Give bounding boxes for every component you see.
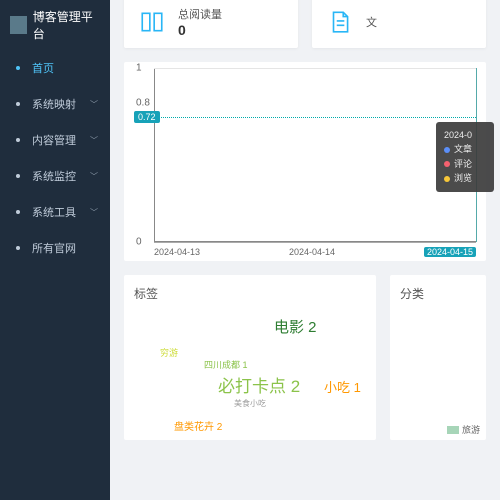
ytick: 1 bbox=[136, 63, 142, 74]
chart-hover-dashed bbox=[154, 117, 476, 118]
stat-card-reads: 总阅读量 0 bbox=[124, 0, 298, 48]
chevron-down-icon: ﹀ bbox=[90, 99, 98, 110]
chevron-down-icon: ﹀ bbox=[90, 207, 98, 218]
tag-item[interactable]: 盘类花卉 2 bbox=[174, 418, 222, 433]
chevron-down-icon: ﹀ bbox=[90, 135, 98, 146]
legend-swatch bbox=[447, 426, 459, 434]
send-icon bbox=[12, 242, 24, 254]
stat-value: 0 bbox=[178, 22, 222, 38]
sidebar-item-5[interactable]: 所有官网 bbox=[0, 230, 110, 266]
panel-title: 标签 bbox=[134, 285, 366, 302]
brand: 博客管理平台 bbox=[0, 0, 110, 50]
stats-row: 总阅读量 0 文 bbox=[110, 0, 500, 48]
tag-item[interactable]: 电影 2 bbox=[274, 316, 317, 337]
tooltip-title: 2024-0 bbox=[444, 128, 486, 142]
tags-panel: 标签 电影 2 穷游四川成都 1必打卡点 2 小吃 1 美食小吃盘类花卉 2 bbox=[124, 275, 376, 440]
tag-item[interactable]: 四川成都 1 bbox=[204, 358, 248, 371]
chart-hover-badge: 0.72 bbox=[134, 111, 160, 123]
xtick: 2024-04-14 bbox=[289, 247, 335, 257]
categories-panel: 分类 旅游 bbox=[390, 275, 486, 440]
bottom-row: 标签 电影 2 穷游四川成都 1必打卡点 2 小吃 1 美食小吃盘类花卉 2 分类 旅… bbox=[110, 275, 500, 440]
panel-title: 分类 bbox=[400, 285, 476, 302]
sidebar-item-1[interactable]: 系统映射 ﹀ bbox=[0, 86, 110, 122]
stat-label: 文 bbox=[366, 14, 377, 30]
sidebar-menu: 首页系统映射 ﹀ 内容管理 ﹀ 系统监控 ﹀ 系统工具 ﹀ 所有官网 bbox=[0, 50, 110, 266]
sidebar-item-label: 系统映射 bbox=[32, 96, 76, 112]
sidebar: 博客管理平台 首页系统映射 ﹀ 内容管理 ﹀ 系统监控 ﹀ 系统工具 ﹀ 所有官网 bbox=[0, 0, 110, 500]
brand-logo bbox=[10, 16, 27, 34]
brand-title: 博客管理平台 bbox=[33, 8, 100, 42]
gear-icon bbox=[12, 98, 24, 110]
tag-item[interactable]: 穷游 bbox=[160, 346, 178, 359]
main: 总阅读量 0 文 1 0.8 0 bbox=[110, 0, 500, 500]
chart-xticks: 2024-04-13 2024-04-14 2024-04-15 bbox=[154, 247, 476, 257]
sidebar-item-label: 内容管理 bbox=[32, 132, 76, 148]
sidebar-item-3[interactable]: 系统监控 ﹀ bbox=[0, 158, 110, 194]
stat-card-articles: 文 bbox=[312, 0, 486, 48]
monitor-icon bbox=[12, 170, 24, 182]
tool-icon bbox=[12, 206, 24, 218]
ytick: 0.8 bbox=[136, 97, 150, 108]
chart-card: 1 0.8 0 0.72 2024-04-13 2024-04-14 2024-… bbox=[124, 62, 486, 261]
ytick: 0 bbox=[136, 237, 142, 248]
categories-legend[interactable]: 旅游 bbox=[447, 423, 480, 436]
book-icon bbox=[138, 8, 166, 36]
sidebar-item-0[interactable]: 首页 bbox=[0, 50, 110, 86]
chevron-down-icon: ﹀ bbox=[90, 171, 98, 182]
tag-item[interactable]: 小吃 1 bbox=[324, 377, 361, 396]
tag-item[interactable]: 美食小吃 bbox=[234, 398, 266, 409]
tag-cloud: 电影 2 穷游四川成都 1必打卡点 2 小吃 1 美食小吃盘类花卉 2 bbox=[134, 310, 366, 430]
sidebar-item-4[interactable]: 系统工具 ﹀ bbox=[0, 194, 110, 230]
chart-area[interactable]: 1 0.8 0 0.72 bbox=[154, 68, 476, 243]
chart-tooltip: 2024-0 文章 评论 浏览 bbox=[436, 122, 494, 192]
sidebar-item-2[interactable]: 内容管理 ﹀ bbox=[0, 122, 110, 158]
sidebar-item-label: 系统工具 bbox=[32, 204, 76, 220]
stat-label: 总阅读量 bbox=[178, 6, 222, 22]
sidebar-item-label: 系统监控 bbox=[32, 168, 76, 184]
doc-icon bbox=[12, 134, 24, 146]
xtick-active: 2024-04-15 bbox=[424, 247, 476, 257]
sidebar-item-label: 首页 bbox=[32, 60, 54, 76]
dashboard-icon bbox=[12, 62, 24, 74]
sidebar-item-label: 所有官网 bbox=[32, 240, 76, 256]
file-icon bbox=[326, 8, 354, 36]
xtick: 2024-04-13 bbox=[154, 247, 200, 257]
tag-item[interactable]: 必打卡点 2 bbox=[218, 372, 300, 397]
